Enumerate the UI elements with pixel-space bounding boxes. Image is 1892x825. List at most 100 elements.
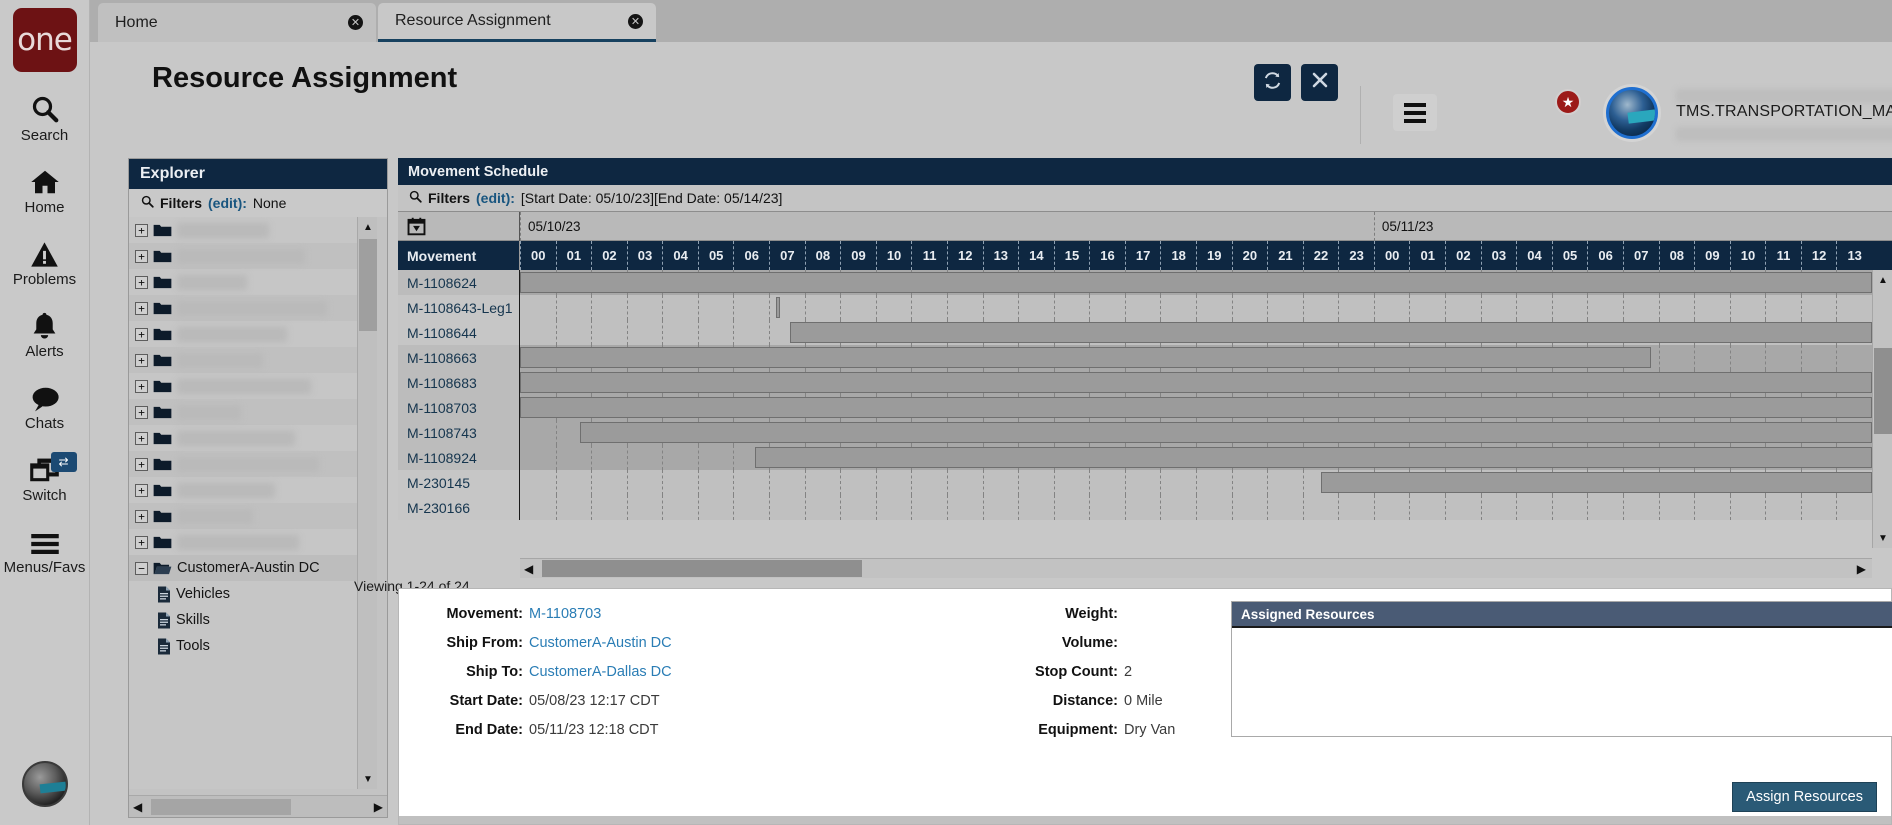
movement-id-cell[interactable]: M-1108643-Leg1 <box>398 295 520 320</box>
gantt-row-track[interactable] <box>520 395 1892 420</box>
rail-item-search[interactable]: Search <box>0 94 90 144</box>
gantt-row[interactable]: M-1108703 <box>398 395 1892 420</box>
detail-value-ship-to[interactable]: CustomerA-Dallas DC <box>529 664 672 680</box>
tree-expander-icon[interactable]: + <box>135 509 148 523</box>
gantt-bar[interactable] <box>520 397 1872 418</box>
tree-node-redacted[interactable]: + <box>129 269 367 295</box>
assign-resources-button[interactable]: Assign Resources <box>1732 782 1877 812</box>
scroll-down-icon[interactable]: ▼ <box>1873 528 1892 548</box>
tree-node-vehicles[interactable]: Vehicles <box>129 581 367 607</box>
rail-item-chats[interactable]: Chats <box>0 382 90 432</box>
movement-id-cell[interactable]: M-1108703 <box>398 395 520 420</box>
tab-resource-assignment[interactable]: Resource Assignment ✕ <box>378 3 656 42</box>
schedule-filters[interactable]: Filters (edit): [Start Date: 05/10/23][E… <box>398 185 1892 212</box>
tree-node-skills[interactable]: Skills <box>129 607 367 633</box>
explorer-filters[interactable]: Filters (edit): None <box>129 189 387 217</box>
header-menu-button[interactable] <box>1393 94 1437 131</box>
tree-node-redacted[interactable]: + <box>129 399 367 425</box>
rail-item-problems[interactable]: Problems <box>0 238 90 288</box>
close-icon[interactable]: ✕ <box>348 15 363 30</box>
tree-collapse-icon[interactable]: − <box>135 561 148 575</box>
scrollbar-thumb[interactable] <box>542 560 862 577</box>
scroll-down-icon[interactable]: ▼ <box>358 769 378 789</box>
tree-node-redacted[interactable]: + <box>129 321 367 347</box>
rail-avatar[interactable] <box>22 761 68 807</box>
rail-item-alerts[interactable]: Alerts <box>0 310 90 360</box>
scrollbar-thumb[interactable] <box>151 798 291 815</box>
gantt-row[interactable]: M-230145 <box>398 470 1892 495</box>
gantt-row-track[interactable] <box>520 420 1892 445</box>
tab-home[interactable]: Home ✕ <box>98 3 376 42</box>
movement-id-cell[interactable]: M-1108683 <box>398 370 520 395</box>
tree-expander-icon[interactable]: + <box>135 457 148 471</box>
tree-node-customera-austin-dc[interactable]: − CustomerA-Austin DC <box>129 555 367 581</box>
tree-node-redacted[interactable]: + <box>129 243 367 269</box>
gantt-bar[interactable] <box>1320 472 1872 493</box>
tree-expander-icon[interactable]: + <box>135 405 148 419</box>
tree-node-redacted[interactable]: + <box>129 347 367 373</box>
scroll-left-icon[interactable]: ◀ <box>133 800 142 814</box>
scroll-right-icon[interactable]: ▶ <box>374 800 383 814</box>
tree-expander-icon[interactable]: + <box>135 379 148 393</box>
star-icon[interactable]: ★ <box>1555 89 1581 115</box>
tree-expander-icon[interactable]: + <box>135 223 148 237</box>
explorer-filters-edit-link[interactable]: (edit): <box>208 195 247 211</box>
tree-node-redacted[interactable]: + <box>129 529 367 555</box>
movement-id-cell[interactable]: M-1108743 <box>398 420 520 445</box>
movement-id-cell[interactable]: M-1108624 <box>398 270 520 295</box>
gantt-row[interactable]: M-1108924 <box>398 445 1892 470</box>
gantt-row-track[interactable] <box>520 320 1892 345</box>
gantt-row[interactable]: M-230166 <box>398 495 1892 520</box>
tree-expander-icon[interactable]: + <box>135 249 148 263</box>
tree-node-tools[interactable]: Tools <box>129 633 367 659</box>
tree-expander-icon[interactable]: + <box>135 301 148 315</box>
detail-value-ship-from[interactable]: CustomerA-Austin DC <box>529 635 672 651</box>
rail-item-home[interactable]: Home <box>0 166 90 216</box>
rail-item-menus-favs[interactable]: Menus/Favs <box>0 526 90 576</box>
refresh-button[interactable] <box>1254 64 1291 101</box>
gantt-row-track[interactable] <box>520 495 1892 520</box>
gantt-row[interactable]: M-1108644 <box>398 320 1892 345</box>
tree-node-redacted[interactable]: + <box>129 477 367 503</box>
movement-id-cell[interactable]: M-230166 <box>398 495 520 520</box>
movement-id-cell[interactable]: M-1108644 <box>398 320 520 345</box>
gantt-bar[interactable] <box>776 297 780 318</box>
explorer-vertical-scrollbar[interactable]: ▲ ▼ <box>357 217 377 789</box>
explorer-tree[interactable]: + + + + + + + + + + + + + − CustomerA-Austin DC Vehicle… <box>129 217 367 789</box>
gantt-bar[interactable] <box>520 272 1872 293</box>
gantt-vertical-scrollbar[interactable]: ▲ ▼ <box>1872 270 1892 548</box>
gantt-row[interactable]: M-1108743 <box>398 420 1892 445</box>
gantt-bar[interactable] <box>580 422 1872 443</box>
explorer-horizontal-scrollbar[interactable]: ◀ ▶ <box>129 795 387 817</box>
tree-node-redacted[interactable]: + <box>129 373 367 399</box>
gantt-bar[interactable] <box>520 372 1872 393</box>
tree-expander-icon[interactable]: + <box>135 327 148 341</box>
movement-id-cell[interactable]: M-1108663 <box>398 345 520 370</box>
scrollbar-thumb[interactable] <box>359 239 377 331</box>
tree-expander-icon[interactable]: + <box>135 483 148 497</box>
schedule-filters-edit-link[interactable]: (edit): <box>476 190 515 206</box>
switch-badge-icon[interactable]: ⇄ <box>50 452 77 472</box>
scroll-up-icon[interactable]: ▲ <box>1873 270 1892 290</box>
gantt-row-track[interactable] <box>520 445 1892 470</box>
gantt-horizontal-scrollbar[interactable]: ◀ ▶ <box>520 558 1872 578</box>
gantt-row-track[interactable] <box>520 295 1892 320</box>
gantt-row-track[interactable] <box>520 345 1892 370</box>
tree-expander-icon[interactable]: + <box>135 535 148 549</box>
gantt-row-track[interactable] <box>520 470 1892 495</box>
gantt-bar[interactable] <box>790 322 1872 343</box>
gantt-row[interactable]: M-1108683 <box>398 370 1892 395</box>
tree-node-redacted[interactable]: + <box>129 217 367 243</box>
tree-node-redacted[interactable]: + <box>129 503 367 529</box>
brand-logo[interactable]: one <box>12 8 77 72</box>
movement-id-cell[interactable]: M-1108924 <box>398 445 520 470</box>
gantt-row[interactable]: M-1108643-Leg1 <box>398 295 1892 320</box>
avatar[interactable] <box>1606 87 1658 139</box>
scrollbar-thumb[interactable] <box>1874 348 1892 434</box>
movement-id-cell[interactable]: M-230145 <box>398 470 520 495</box>
gantt-row-track[interactable] <box>520 370 1892 395</box>
close-button[interactable] <box>1301 64 1338 101</box>
scroll-right-icon[interactable]: ▶ <box>1857 562 1866 576</box>
tree-node-redacted[interactable]: + <box>129 451 367 477</box>
gantt-row[interactable]: M-1108624 <box>398 270 1892 295</box>
